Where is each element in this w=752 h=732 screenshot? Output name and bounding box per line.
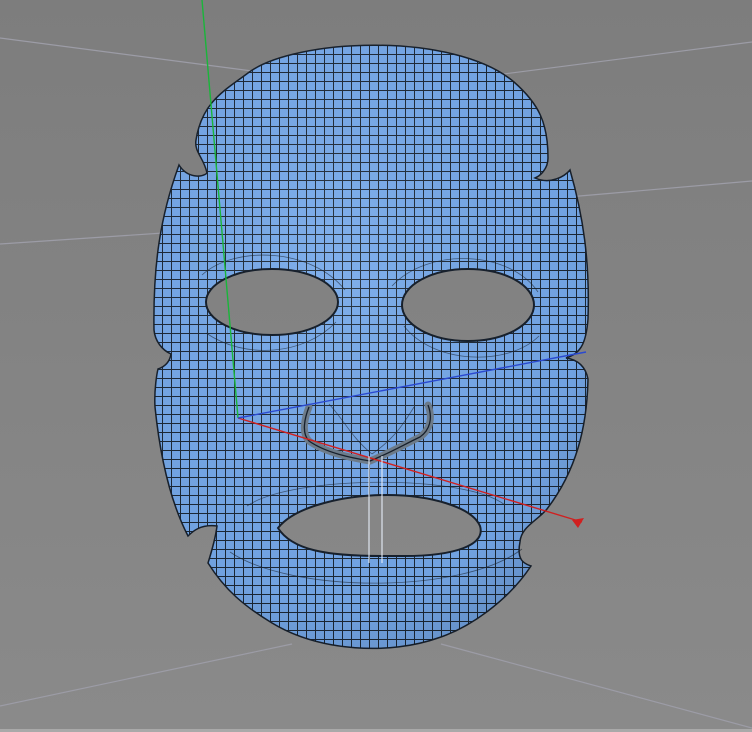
grid-line [440, 643, 752, 729]
grid-line [0, 643, 293, 707]
mask-shading [153, 45, 589, 649]
3d-viewport[interactable] [0, 0, 752, 732]
grid-line [0, 231, 179, 245]
grid-line [567, 180, 752, 198]
face-mask-mesh[interactable] [153, 44, 590, 650]
grid-line [0, 37, 261, 73]
grid-line [487, 41, 752, 77]
scene-canvas[interactable] [0, 0, 752, 732]
